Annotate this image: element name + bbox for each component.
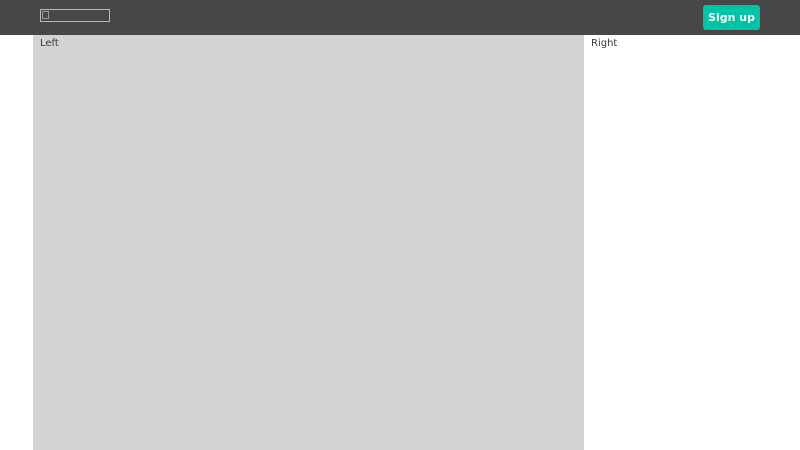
right-column-label: Right — [591, 38, 618, 49]
main-content: Left Right — [0, 35, 800, 450]
signup-button[interactable]: Sign up — [703, 5, 760, 30]
left-column-label: Left — [40, 38, 59, 49]
broken-image-icon — [42, 11, 49, 19]
left-column: Left — [33, 35, 584, 450]
right-column: Right — [584, 35, 767, 450]
logo-image[interactable] — [40, 9, 110, 22]
top-navbar: Sign up — [0, 0, 800, 35]
